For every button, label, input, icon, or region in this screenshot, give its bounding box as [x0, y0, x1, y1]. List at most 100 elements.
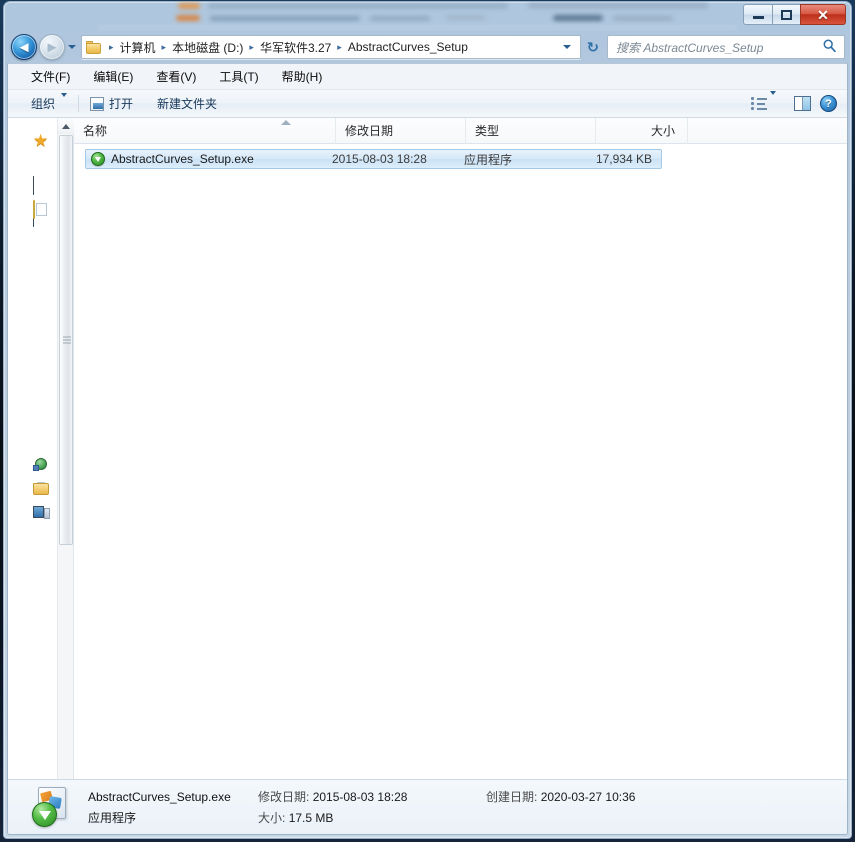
sort-ascending-icon: [281, 120, 291, 125]
library-icon: [33, 200, 35, 219]
menu-edit[interactable]: 编辑(E): [84, 65, 142, 88]
command-toolbar: 组织 打开 新建文件夹 ?: [8, 90, 847, 118]
file-name-cell: AbstractCurves_Setup.exe: [86, 152, 332, 166]
table-row[interactable]: AbstractCurves_Setup.exe 2015-08-03 18:2…: [85, 149, 662, 169]
details-pane: AbstractCurves_Setup.exe 修改日期: 2015-08-0…: [8, 779, 847, 834]
star-icon: ★: [33, 131, 49, 150]
back-button[interactable]: ◄: [11, 34, 37, 60]
open-icon: [90, 96, 105, 111]
breadcrumb-item-local-disk[interactable]: 本地磁盘 (D:): [171, 39, 244, 56]
folder-icon[interactable]: [33, 482, 51, 498]
organize-label: 组织: [31, 97, 56, 111]
libraries-icon[interactable]: [33, 200, 51, 219]
breadcrumb-separator-2: ▸: [249, 41, 254, 52]
preview-pane-icon[interactable]: [794, 96, 811, 111]
address-dropdown-button[interactable]: [561, 45, 573, 49]
chevron-up-icon: [62, 123, 70, 129]
maximize-icon: [781, 9, 792, 20]
help-icon[interactable]: ?: [820, 95, 837, 112]
search-icon: [823, 39, 836, 55]
menu-tools[interactable]: 工具(T): [210, 65, 267, 88]
breadcrumb-item-huajun[interactable]: 华军软件3.27: [259, 39, 332, 56]
help-label: ?: [825, 97, 832, 110]
details-type: 应用程序: [88, 811, 137, 825]
scrollbar-thumb[interactable]: [59, 135, 73, 545]
download-badge-icon: [32, 802, 57, 827]
file-size-cell: 17,934 KB: [595, 152, 652, 166]
toolbar-separator: [78, 95, 80, 112]
details-text-block: AbstractCurves_Setup.exe 修改日期: 2015-08-0…: [88, 788, 778, 826]
favorites-star-icon[interactable]: ★: [33, 131, 51, 150]
chevron-down-icon: [61, 92, 68, 111]
menu-bar: 文件(F) 编辑(E) 查看(V) 工具(T) 帮助(H): [8, 64, 847, 90]
download-arrow-icon: [91, 152, 105, 166]
view-options-dropdown[interactable]: [770, 90, 776, 113]
details-size-value: 17.5 MB: [288, 811, 334, 825]
details-filename: AbstractCurves_Setup.exe: [88, 789, 231, 804]
close-button[interactable]: ✕: [800, 4, 846, 25]
breadcrumb-item-current-folder[interactable]: AbstractCurves_Setup: [347, 40, 469, 54]
organize-button[interactable]: 组织: [24, 92, 74, 115]
details-modified: 修改日期: 2015-08-03 18:28: [258, 788, 486, 805]
maximize-button[interactable]: [772, 4, 801, 25]
view-options-icon[interactable]: [751, 96, 767, 111]
refresh-icon: ↻: [586, 39, 600, 55]
forward-arrow-icon: ►: [44, 38, 60, 56]
minimize-button[interactable]: [743, 4, 772, 25]
column-header-size[interactable]: 大小: [596, 117, 688, 144]
close-icon: ✕: [817, 6, 829, 23]
search-placeholder: 搜索 AbstractCurves_Setup: [616, 40, 764, 55]
column-label-name: 名称: [83, 124, 108, 138]
breadcrumb-separator-0: ▸: [109, 41, 114, 52]
details-created-value: 2020-03-27 10:36: [540, 790, 636, 804]
title-bar: ✕: [3, 1, 852, 31]
address-bar[interactable]: ▸ 计算机 ▸ 本地磁盘 (D:) ▸ 华军软件3.27 ▸ AbstractC…: [81, 35, 581, 59]
client-area: 文件(F) 编辑(E) 查看(V) 工具(T) 帮助(H) 组织 打开 新建文件…: [7, 63, 848, 835]
breadcrumb-separator-3: ▸: [337, 41, 342, 52]
file-list-panel[interactable]: 名称 修改日期 类型 大小 AbstractCurves_Setup.exe 2…: [74, 117, 847, 799]
breadcrumb-item-computer[interactable]: 计算机: [119, 39, 157, 56]
details-modified-label: 修改日期:: [258, 790, 310, 804]
folder-icon: [86, 40, 101, 54]
details-created: 创建日期: 2020-03-27 10:36: [486, 788, 635, 805]
search-input[interactable]: 搜索 AbstractCurves_Setup: [607, 35, 845, 59]
computer-icon[interactable]: [33, 506, 51, 522]
column-header-row: 名称 修改日期 类型 大小: [74, 117, 847, 144]
nav-pane-scrollbar[interactable]: [57, 118, 74, 799]
desktop-icon[interactable]: [33, 176, 51, 227]
open-button[interactable]: 打开: [83, 92, 140, 115]
menu-help[interactable]: 帮助(H): [273, 65, 332, 88]
column-header-filler: [688, 118, 847, 144]
details-size: 大小: 17.5 MB: [258, 809, 486, 826]
menu-view[interactable]: 查看(V): [147, 65, 205, 88]
file-type-cell: 应用程序: [464, 152, 513, 167]
column-header-name[interactable]: 名称: [74, 117, 336, 144]
history-dropdown-button[interactable]: [67, 42, 77, 52]
minimize-icon: [752, 16, 764, 19]
chevron-down-icon: [68, 45, 76, 49]
file-rows: AbstractCurves_Setup.exe 2015-08-03 18:2…: [74, 144, 847, 169]
column-header-type[interactable]: 类型: [466, 117, 596, 144]
file-type-large-icon: [30, 786, 74, 828]
file-name-text: AbstractCurves_Setup.exe: [111, 152, 254, 166]
explorer-window: ✕ ◄ ► ▸ 计算机 ▸ 本地磁盘 (D:) ▸ 华军软件3.27 ▸ Abs…: [3, 1, 852, 839]
open-label: 打开: [109, 97, 134, 111]
menu-file[interactable]: 文件(F): [22, 65, 79, 88]
column-label-size: 大小: [650, 124, 675, 138]
file-date-cell: 2015-08-03 18:28: [332, 152, 427, 166]
new-folder-label: 新建文件夹: [157, 97, 218, 111]
window-controls: ✕: [743, 4, 846, 25]
column-label-type: 类型: [475, 124, 500, 138]
forward-button[interactable]: ►: [39, 34, 65, 60]
details-modified-value: 2015-08-03 18:28: [312, 790, 408, 804]
details-line-2: 应用程序 大小: 17.5 MB: [88, 809, 778, 826]
column-header-date[interactable]: 修改日期: [336, 117, 466, 144]
new-folder-button[interactable]: 新建文件夹: [150, 92, 224, 115]
address-toolbar: ◄ ► ▸ 计算机 ▸ 本地磁盘 (D:) ▸ 华军软件3.27 ▸ Abstr…: [3, 31, 852, 63]
scrollbar-grip: [63, 336, 71, 344]
refresh-button[interactable]: ↻: [587, 39, 599, 56]
network-icon[interactable]: [33, 458, 51, 474]
chevron-down-icon: [770, 90, 776, 112]
scroll-up-button[interactable]: [58, 118, 74, 134]
back-arrow-icon: ◄: [16, 38, 32, 56]
